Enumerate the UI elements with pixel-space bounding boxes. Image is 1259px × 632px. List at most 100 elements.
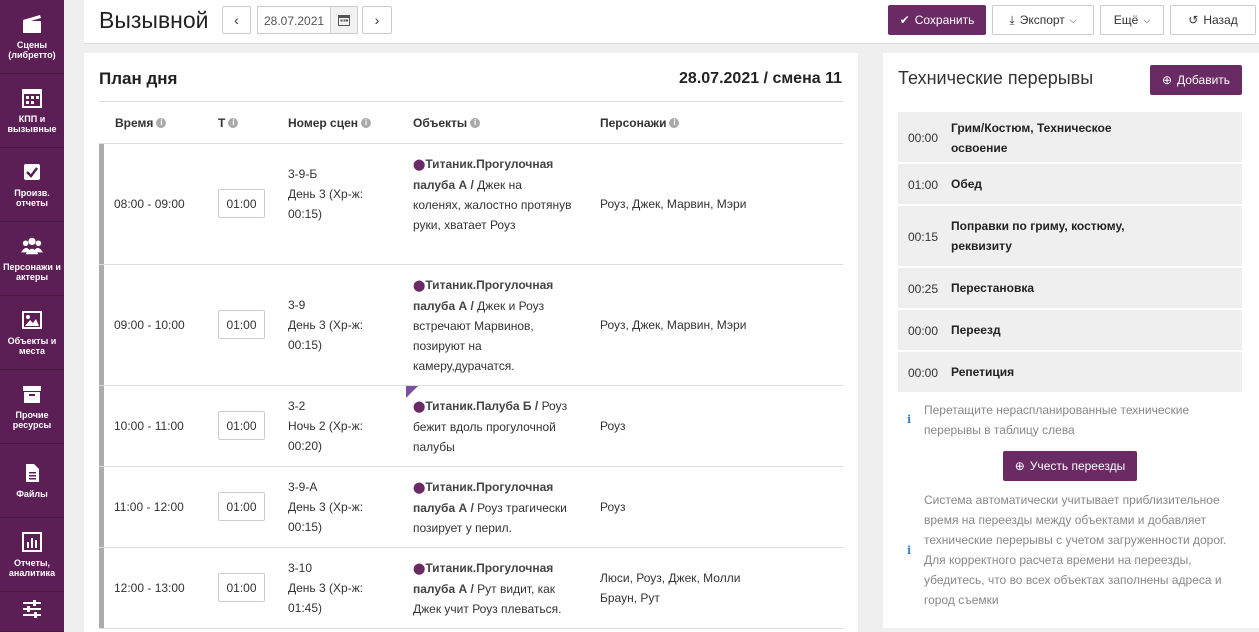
divider [99, 101, 843, 102]
date-field[interactable]: 28.07.2021 [257, 6, 358, 34]
table-row[interactable]: 08:00 - 09:00 01:00 3-9-Б День 3 (Хр-ж: … [99, 144, 843, 265]
scene-day: День 3 (Хр-ж: [288, 581, 364, 595]
object-cell[interactable]: ⬤Титаник.Прогулочная палуба А / Джек и Р… [413, 275, 573, 376]
sidebar-item-resources[interactable]: Прочие ресурсы [0, 370, 64, 444]
calendar-icon[interactable] [330, 7, 357, 33]
next-date-button[interactable]: › [362, 6, 392, 34]
map-pin-icon: ⬤ [413, 159, 426, 171]
sidebar-item-scenes[interactable]: Сцены (либретто) [0, 0, 64, 74]
sidebar-item-label: Прочие ресурсы [12, 410, 52, 430]
date-value[interactable]: 28.07.2021 [258, 7, 330, 33]
row-drag-handle[interactable] [99, 386, 104, 466]
day-plan-panel: План дня 28.07.2021 / смена 11 Время i Тi… [84, 53, 858, 632]
info-icon[interactable]: i [669, 118, 680, 128]
info-icon[interactable]: i [228, 118, 239, 128]
info-icon[interactable]: i [470, 118, 481, 128]
check-icon: ✔ [899, 13, 910, 27]
scene-day: Ночь 2 (Хр-ж: [288, 419, 363, 433]
break-name: Перестановка [951, 281, 1035, 295]
top-bar: Вызывной ‹ 28.07.2021 › ✔ Сохранить ⤓ Эксп… [84, 0, 1259, 44]
scene-cell[interactable]: 3-9-Б День 3 (Хр-ж: 00:15) [288, 164, 388, 224]
sidebar-item-analytics[interactable]: Отчеты, аналитика [0, 518, 64, 592]
account-moves-button[interactable]: ⊕ Учесть переезды [1003, 451, 1137, 481]
list-item[interactable]: 00:15 Поправки по гриму, костюму, реквиз… [898, 206, 1242, 268]
list-item[interactable]: 01:00 Обед [898, 164, 1242, 206]
row-drag-handle[interactable] [99, 548, 104, 628]
object-cell[interactable]: ⬤Титаник.Палуба Б / Роуз бежит вдоль про… [413, 396, 573, 457]
prev-date-button[interactable]: ‹ [222, 6, 251, 34]
sidebar-item-label: Файлы [16, 489, 48, 499]
more-button[interactable]: Ещё ⌵ [1100, 5, 1164, 35]
scene-cell[interactable]: 3-2 Ночь 2 (Хр-ж: 00:20) [288, 396, 388, 456]
duration-input[interactable]: 01:00 [218, 189, 265, 218]
duration-input[interactable]: 01:00 [218, 411, 265, 440]
info-icon[interactable]: i [361, 118, 372, 128]
scene-cell[interactable]: 3-9-А День 3 (Хр-ж: 00:15) [288, 477, 388, 537]
duration-input[interactable]: 01:00 [218, 310, 265, 339]
break-time: 00:25 [908, 282, 939, 296]
download-icon: ⤓ [1009, 12, 1015, 27]
column-header-scene: Номер сцен i [288, 116, 372, 130]
sidebar-item-objects[interactable]: Объекты и места [0, 296, 64, 370]
table-row[interactable]: 11:00 - 12:00 01:00 3-9-А День 3 (Хр-ж: … [99, 467, 843, 548]
sliders-icon [21, 598, 43, 620]
map-pin-icon: ⬤ [413, 482, 426, 494]
scene-cell[interactable]: 3-10 День 3 (Хр-ж: 01:45) [288, 558, 388, 618]
break-name: Обед [951, 177, 983, 191]
info-icon[interactable]: i [156, 118, 167, 128]
scene-number: 3-9 [288, 298, 306, 312]
object-cell[interactable]: ⬤Титаник.Прогулочная палуба А / Джек на … [413, 154, 573, 235]
list-item[interactable]: 00:00 Переезд [898, 310, 1242, 352]
duration-input[interactable]: 01:00 [218, 573, 265, 602]
characters-cell: Люси, Роуз, Джек, Молли Браун, Рут [600, 571, 741, 605]
break-time: 01:00 [908, 178, 939, 192]
save-button[interactable]: ✔ Сохранить [888, 5, 986, 35]
table-row[interactable]: 09:00 - 10:00 01:00 3-9 День 3 (Хр-ж: 00… [99, 265, 843, 386]
break-time: 00:00 [908, 324, 939, 338]
sidebar-item-label: Объекты и места [7, 336, 57, 356]
back-button[interactable]: ↺ Назад [1170, 5, 1256, 35]
export-button[interactable]: ⤓ Экспорт ⌵ [992, 5, 1094, 35]
users-icon [21, 235, 43, 257]
row-time: 10:00 - 11:00 [114, 419, 184, 433]
chevron-down-icon: ⌵ [1069, 14, 1077, 25]
characters-cell: Роуз, Джек, Марвин, Мэри [600, 197, 747, 211]
row-drag-handle[interactable] [99, 467, 104, 547]
sidebar-item-characters[interactable]: Персонажи и актеры [0, 222, 64, 296]
sidebar-item-label: Отчеты, аналитика [8, 558, 56, 578]
scene-duration: 00:15) [288, 338, 323, 352]
object-cell[interactable]: ⬤Титаник.Прогулочная палуба А / Рут види… [413, 558, 573, 619]
scene-day: День 3 (Хр-ж: [288, 500, 364, 514]
row-time: 09:00 - 10:00 [114, 318, 185, 332]
list-item[interactable]: 00:00 Репетиция [898, 352, 1242, 394]
scene-duration: 00:20) [288, 439, 323, 453]
scene-duration: 01:45) [288, 601, 323, 615]
list-item[interactable]: 00:25 Перестановка [898, 268, 1242, 310]
characters-cell: Роуз [600, 500, 626, 514]
sidebar-item-files[interactable]: Файлы [0, 444, 64, 518]
break-time: 00:15 [908, 230, 939, 244]
plan-title: План дня [99, 69, 178, 88]
object-cell[interactable]: ⬤Титаник.Прогулочная палуба А / Роуз тра… [413, 477, 573, 538]
sidebar-item-settings[interactable] [0, 592, 64, 632]
table-row[interactable]: 12:00 - 13:00 01:00 3-10 День 3 (Хр-ж: 0… [99, 548, 843, 629]
duration-input[interactable]: 01:00 [218, 492, 265, 521]
row-drag-handle[interactable] [99, 265, 104, 385]
scene-cell[interactable]: 3-9 День 3 (Хр-ж: 00:15) [288, 295, 388, 355]
breaks-list: 00:00 Грим/Костюм, Техническое освоение … [898, 112, 1242, 394]
chevron-down-icon: ⌵ [1143, 14, 1151, 25]
break-time: 00:00 [908, 366, 939, 380]
sidebar-item-callsheets[interactable]: КПП и вызывные [0, 74, 64, 148]
moves-hint: Система автоматически учитывает приблизи… [924, 493, 1227, 607]
map-pin-icon: ⬤ [413, 563, 426, 575]
sidebar-item-label: КПП и вызывные [7, 114, 57, 134]
row-drag-handle[interactable] [99, 144, 104, 264]
sidebar-item-reports[interactable]: Произв. отчеты [0, 148, 64, 222]
table-row[interactable]: 10:00 - 11:00 01:00 3-2 Ночь 2 (Хр-ж: 00… [99, 386, 843, 467]
add-break-button[interactable]: ⊕ Добавить [1150, 65, 1242, 95]
scene-duration: 00:15) [288, 207, 323, 221]
page-title: Вызывной [99, 7, 209, 33]
list-item[interactable]: 00:00 Грим/Костюм, Техническое освоение [898, 112, 1242, 164]
break-name: Грим/Костюм, Техническое освоение [951, 121, 1112, 155]
plus-circle-icon: ⊕ [1014, 459, 1025, 473]
